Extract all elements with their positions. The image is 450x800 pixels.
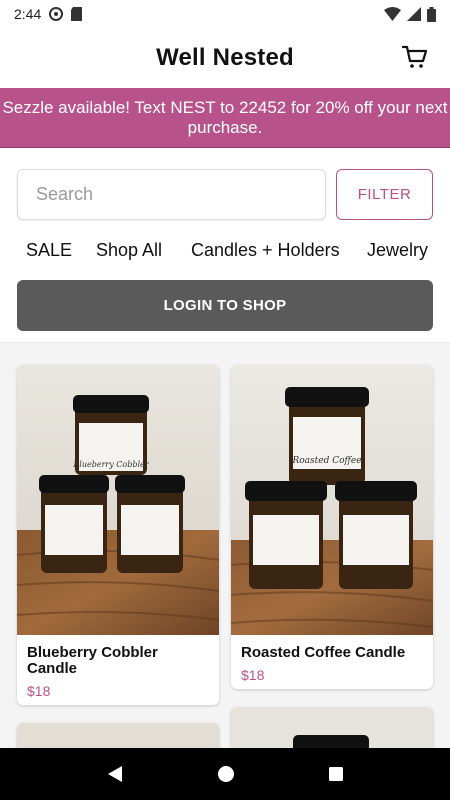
search-input[interactable]: [17, 169, 326, 220]
status-bar: 2:44: [0, 0, 450, 28]
battery-icon: [427, 6, 436, 22]
category-candles-holders[interactable]: Candles + Holders: [191, 240, 340, 261]
filter-button[interactable]: FILTER: [336, 169, 433, 220]
product-image[interactable]: Blueberry Cobbler: [17, 365, 219, 635]
jar-label-text: Roasted Coffee: [291, 456, 361, 466]
app-header: Well Nested: [0, 28, 450, 88]
product-card[interactable]: Blueberry Cobbler Blueberry Cobbler Cand…: [17, 365, 219, 705]
product-image[interactable]: Roasted Coffee: [231, 365, 433, 635]
product-card[interactable]: [17, 723, 219, 748]
sd-card-icon: [71, 7, 83, 21]
product-price: $18: [241, 667, 265, 683]
product-image[interactable]: [231, 707, 433, 748]
home-circle-icon[interactable]: [217, 765, 235, 783]
system-nav-bar: [0, 748, 450, 800]
product-name: Blueberry Cobbler Candle: [27, 644, 158, 677]
product-image[interactable]: [17, 723, 219, 748]
cart-icon: [402, 45, 428, 68]
product-card[interactable]: [231, 707, 433, 748]
category-shop-all[interactable]: Shop All: [96, 240, 162, 261]
cart-button[interactable]: [400, 42, 430, 72]
status-time: 2:44: [14, 6, 42, 22]
product-price: $18: [27, 683, 51, 699]
category-jewelry[interactable]: Jewelry: [367, 240, 428, 261]
product-grid: Blueberry Cobbler Blueberry Cobbler Cand…: [0, 343, 450, 748]
jar-label-text: Blueberry Cobbler: [72, 460, 149, 469]
product-name: Roasted Coffee Candle: [241, 644, 406, 661]
app-title: Well Nested: [156, 44, 294, 71]
signal-icon: [407, 7, 421, 21]
promo-banner: Sezzle available! Text NEST to 22452 for…: [0, 88, 450, 148]
login-to-shop-button[interactable]: LOGIN TO SHOP: [17, 280, 433, 331]
search-row: FILTER: [17, 169, 433, 220]
category-nav: SALE Shop All Candles + Holders Jewelry: [0, 234, 450, 266]
wifi-icon: [384, 7, 401, 21]
category-sale[interactable]: SALE: [26, 240, 72, 261]
recents-square-icon[interactable]: [328, 766, 344, 782]
product-card[interactable]: Roasted Coffee Roasted Coffee Candle $18: [231, 365, 433, 689]
notification-circle-icon: [49, 7, 64, 21]
back-triangle-icon[interactable]: [106, 765, 124, 783]
